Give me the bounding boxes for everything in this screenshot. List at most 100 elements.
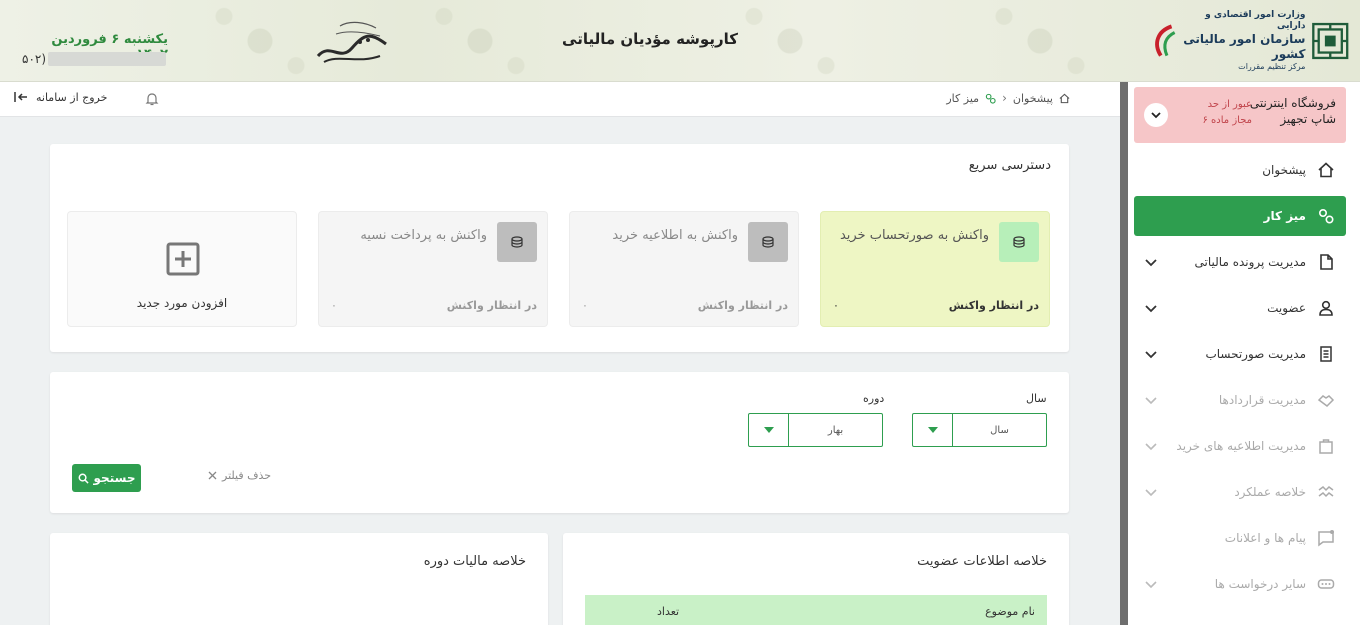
tile-credit-payment-reaction[interactable]: واکنش به پرداخت نسیه در انتظار واکنش ۰: [318, 211, 548, 327]
org-line3: مرکز تنظیم مقررات: [1238, 62, 1306, 72]
period-select[interactable]: بهار: [748, 413, 883, 447]
year-select[interactable]: سال: [912, 413, 1047, 447]
invoice-icon: [1316, 344, 1336, 364]
year-value: سال: [990, 424, 1009, 436]
chevron-down-icon: [1145, 397, 1157, 405]
logout-label: خروج از سامانه: [36, 90, 108, 104]
tax-emblem-icon: [1312, 22, 1349, 60]
handshake-icon: [1316, 390, 1336, 410]
tile-count: ۰: [833, 299, 839, 312]
bag-icon: [1316, 436, 1336, 456]
home-icon: [1316, 160, 1336, 180]
sidebar-item-other-requests[interactable]: سایر درخواست ها: [1134, 564, 1346, 604]
workspace-icon: [1316, 206, 1336, 226]
store-warning: عبور از حد مجاز ماده ۶: [1202, 99, 1252, 126]
vertical-scrollbar[interactable]: [1120, 82, 1128, 625]
sidebar-item-contracts[interactable]: مدیریت قراردادها: [1134, 380, 1346, 420]
chevron-down-icon: [1145, 259, 1157, 267]
period-value: بهار: [827, 424, 844, 436]
more-icon: [1316, 574, 1336, 594]
sidebar: فروشگاه اینترنتی شاپ تجهیز عبور از حد مج…: [1128, 82, 1360, 625]
membership-table-header: نام موضوع تعداد: [585, 595, 1047, 625]
add-new-label: افزودن مورد جدید: [136, 296, 228, 310]
tile-purchase-notice-reaction[interactable]: واکنش به اطلاعیه خرید در انتظار واکنش ۰: [569, 211, 799, 327]
tile-count: ۰: [331, 299, 337, 312]
period-dropdown-button[interactable]: [749, 414, 789, 446]
bell-icon[interactable]: [144, 91, 160, 107]
add-new-tile-button[interactable]: افزودن مورد جدید: [67, 211, 297, 327]
chevron-down-icon: [1145, 581, 1157, 589]
year-dropdown-button[interactable]: [913, 414, 953, 446]
tile-label: واکنش به اطلاعیه خرید: [612, 228, 738, 243]
chart-icon: [1316, 482, 1336, 502]
caret-down-icon: [927, 427, 938, 433]
column-count: تعداد: [657, 604, 680, 618]
org-logo: وزارت امور اقتصادی و دارایی سازمان امور …: [1150, 9, 1350, 72]
clear-filter-button[interactable]: حذف فیلتر: [208, 469, 271, 482]
clear-filter-label: حذف فیلتر: [222, 469, 272, 482]
breadcrumb: پیشخوان ‹ میز کار: [946, 91, 1070, 105]
sidebar-item-label: مدیریت اطلاعیه های خرید: [1176, 439, 1306, 453]
membership-summary-title: خلاصه اطلاعات عضویت: [917, 554, 1047, 569]
header-pattern: [980, 0, 1100, 82]
quick-access-title: دسترسی سریع: [968, 158, 1051, 173]
chevron-down-icon: [1145, 489, 1157, 497]
calligraphy-logo: [316, 21, 387, 63]
caret-down-icon: [763, 427, 774, 433]
sidebar-item-label: میز کار: [1263, 209, 1306, 223]
sidebar-item-label: مدیریت قراردادها: [1218, 393, 1306, 407]
sidebar-item-messages[interactable]: پیام ها و اعلانات: [1134, 518, 1346, 558]
tile-count: ۰: [582, 299, 588, 312]
org-line1: وزارت امور اقتصادی و دارایی: [1205, 9, 1306, 31]
workspace-icon: [985, 93, 996, 104]
user-icon: [1316, 298, 1336, 318]
chevron-down-icon: [1145, 443, 1157, 451]
sidebar-item-dashboard[interactable]: پیشخوان: [1134, 150, 1346, 190]
redacted-id: [48, 52, 167, 66]
sidebar-item-label: مدیریت صورتحساب: [1205, 347, 1306, 361]
sidebar-item-label: سایر درخواست ها: [1214, 577, 1306, 591]
logout-button[interactable]: خروج از سامانه: [14, 90, 107, 104]
chevron-down-icon: [1151, 112, 1161, 119]
breadcrumb-current[interactable]: میز کار: [946, 92, 979, 105]
plus-square-icon: [166, 242, 200, 276]
message-icon: [1316, 528, 1336, 548]
search-button[interactable]: جستجو: [72, 464, 141, 492]
page-title: کارپوشه مؤدیان مالیاتی: [562, 30, 738, 48]
org-line2: سازمان امور مالیاتی کشور: [1183, 32, 1306, 62]
tile-invoice-reaction[interactable]: واکنش به صورتحساب خرید در انتظار واکنش ۰: [820, 211, 1050, 327]
tile-label: واکنش به پرداخت نسیه: [360, 228, 487, 243]
breadcrumb-home[interactable]: پیشخوان: [1013, 92, 1053, 105]
sidebar-item-label: پیام ها و اعلانات: [1224, 531, 1306, 545]
tile-status: در انتظار واکنش: [446, 299, 537, 312]
year-label: سال: [1026, 392, 1047, 405]
store-card[interactable]: فروشگاه اینترنتی شاپ تجهیز عبور از حد مج…: [1134, 87, 1346, 143]
sidebar-item-label: عضویت: [1267, 301, 1306, 315]
sidebar-item-purchase-notices[interactable]: مدیریت اطلاعیه های خرید: [1134, 426, 1346, 466]
search-icon: [78, 473, 89, 484]
period-tax-summary-title: خلاصه مالیات دوره: [423, 554, 526, 569]
membership-summary-card: خلاصه اطلاعات عضویت نام موضوع تعداد: [563, 533, 1069, 625]
sidebar-item-tax-file[interactable]: مدیریت پرونده مالیاتی: [1134, 242, 1346, 282]
logout-icon: [14, 92, 27, 102]
search-label: جستجو: [93, 471, 136, 485]
header-pattern: [200, 0, 320, 82]
store-toggle-button[interactable]: [1144, 103, 1168, 127]
sidebar-item-workspace[interactable]: میز کار: [1134, 196, 1346, 236]
period-tax-summary-card: خلاصه مالیات دوره: [50, 533, 548, 625]
tile-status: در انتظار واکنش: [697, 299, 788, 312]
user-id: (۵۰۲: [22, 52, 167, 66]
coins-icon: [999, 222, 1039, 262]
sidebar-item-membership[interactable]: عضویت: [1134, 288, 1346, 328]
quick-access-card: دسترسی سریع واکنش به صورتحساب خرید در ان…: [50, 144, 1069, 352]
chevron-down-icon: [1145, 305, 1157, 313]
sidebar-item-performance[interactable]: خلاصه عملکرد: [1134, 472, 1346, 512]
sidebar-item-label: خلاصه عملکرد: [1234, 485, 1306, 499]
flag-mark-icon: [1155, 24, 1176, 57]
sidebar-item-label: مدیریت پرونده مالیاتی: [1194, 255, 1306, 269]
coins-icon: [748, 222, 788, 262]
sidebar-item-label: پیشخوان: [1262, 163, 1306, 177]
sidebar-item-invoices[interactable]: مدیریت صورتحساب: [1134, 334, 1346, 374]
column-subject: نام موضوع: [985, 604, 1035, 618]
home-icon: [1059, 93, 1070, 103]
